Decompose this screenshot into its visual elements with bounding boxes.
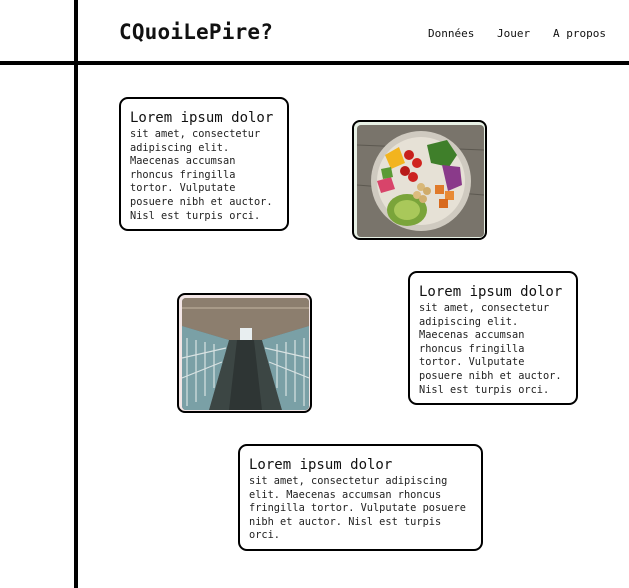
card-title: Lorem ipsum dolor: [130, 110, 274, 126]
farm-image: [177, 293, 312, 413]
vertical-divider: [74, 0, 78, 588]
card-body: sit amet, consectetur adipiscing elit. M…: [249, 475, 466, 542]
card-title: Lorem ipsum dolor: [419, 284, 563, 300]
nav-donnees[interactable]: Données: [428, 27, 474, 40]
text-card-3: Lorem ipsum dolor sit amet, consectetur …: [238, 444, 483, 551]
nav-jouer[interactable]: Jouer: [497, 27, 530, 40]
header-divider: [0, 61, 629, 65]
card-title: Lorem ipsum dolor: [249, 457, 393, 473]
salad-image: [352, 120, 487, 240]
salad-bowl-icon: [357, 125, 484, 237]
card-body: sit amet, consectetur adipiscing elit. M…: [130, 128, 273, 222]
card-body: sit amet, consectetur adipiscing elit. M…: [419, 302, 562, 396]
text-card-2: Lorem ipsum dolor sit amet, consectetur …: [408, 271, 578, 405]
factory-farm-icon: [182, 298, 309, 410]
site-logo[interactable]: CQuoiLePire?: [119, 20, 273, 44]
text-card-1: Lorem ipsum dolor sit amet, consectetur …: [119, 97, 289, 231]
nav-a-propos[interactable]: A propos: [553, 27, 606, 40]
